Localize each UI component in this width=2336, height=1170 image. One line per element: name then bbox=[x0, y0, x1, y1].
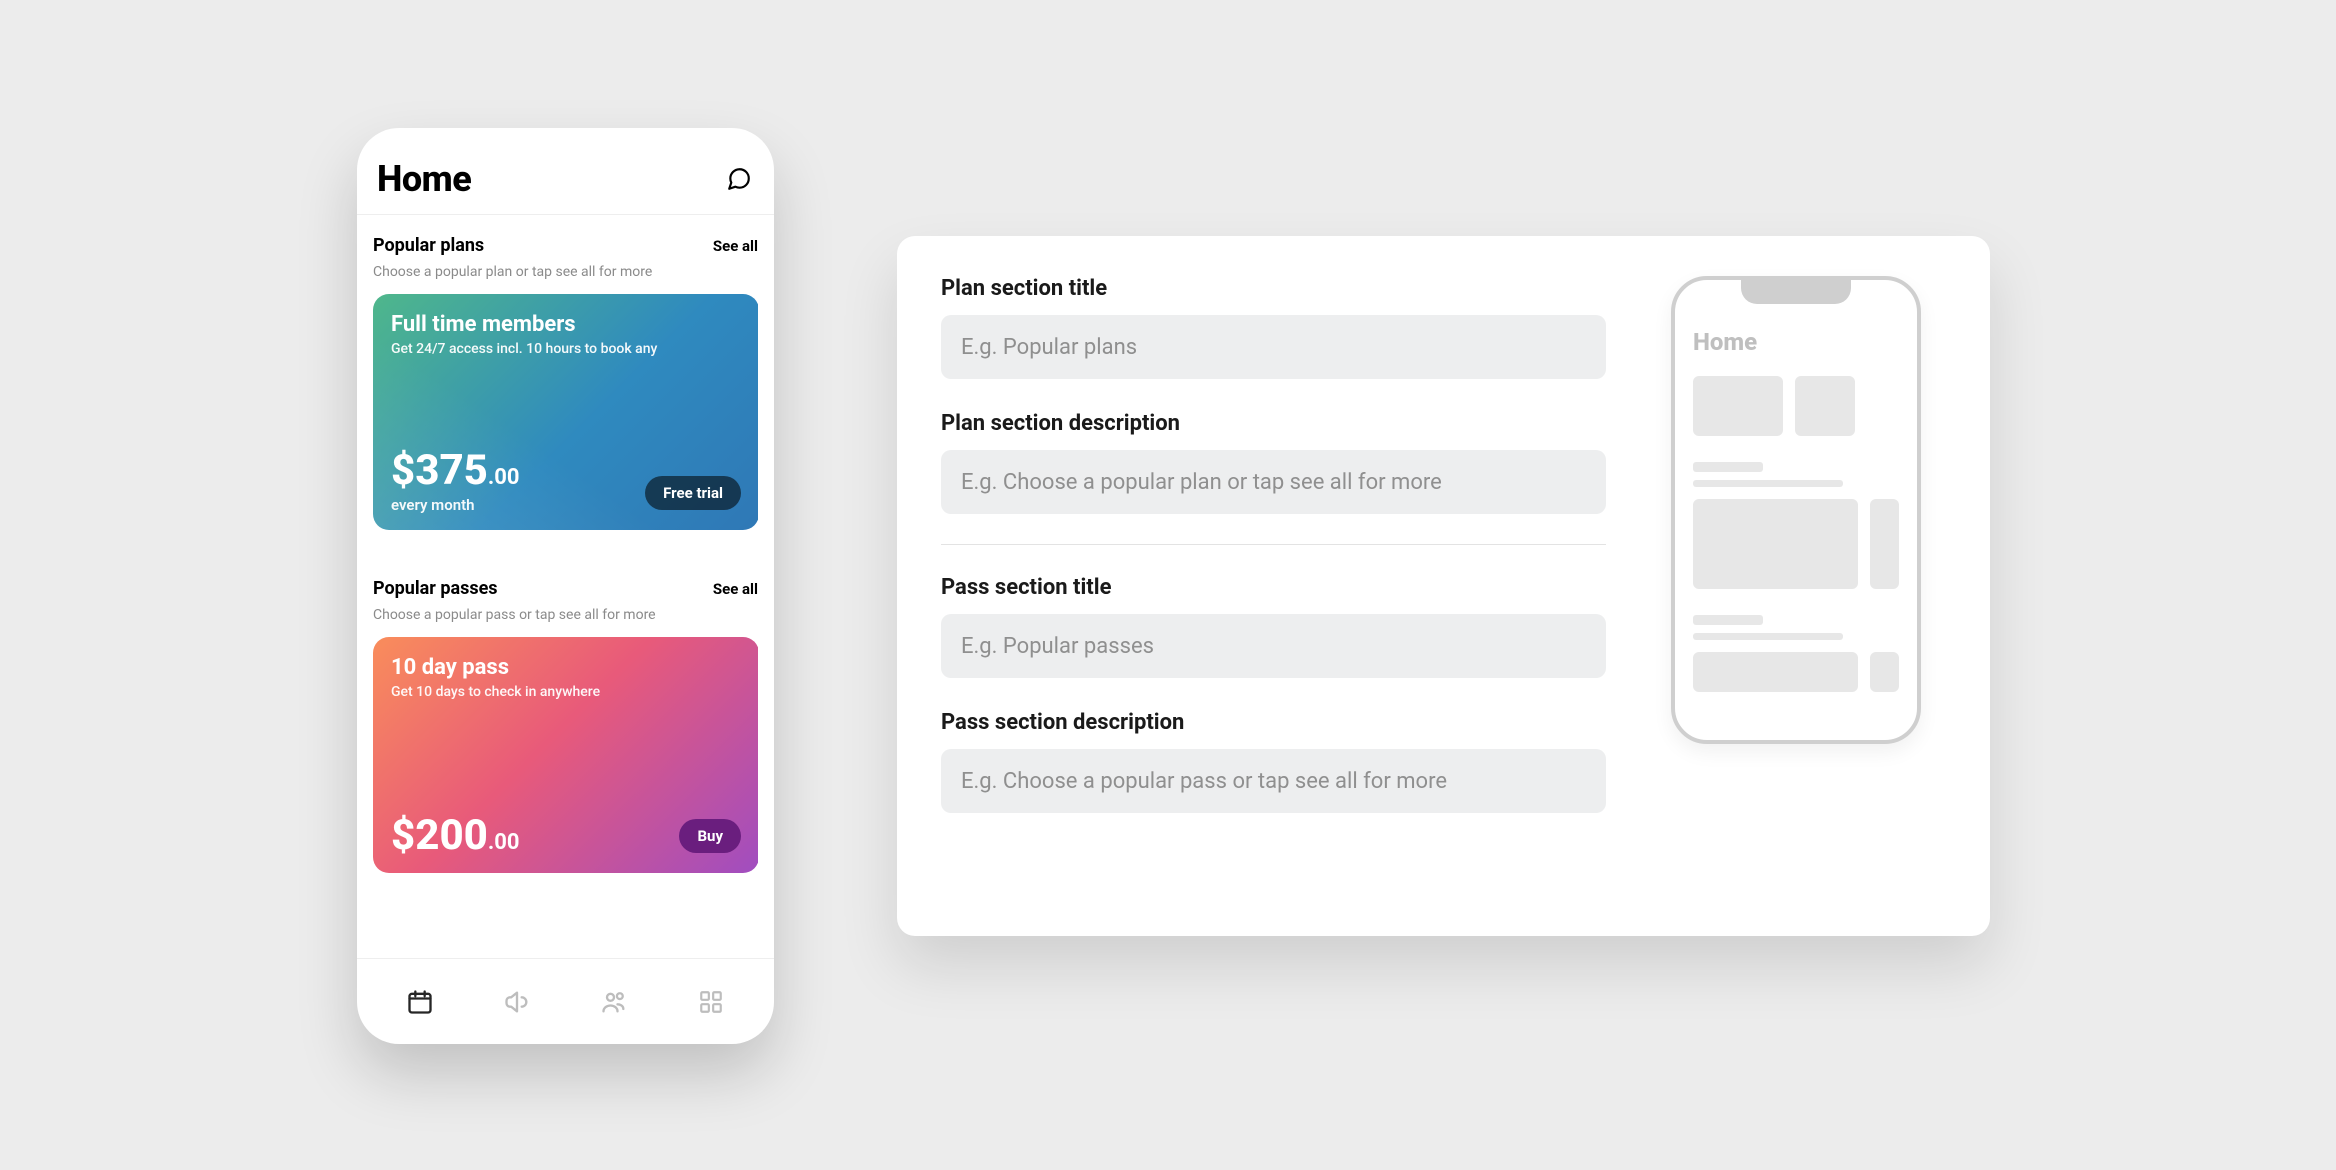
plan-title-label: Plan section title bbox=[941, 276, 1606, 301]
pass-desc-label: Pass section description bbox=[941, 710, 1606, 735]
plan-card-sub: Get 24/7 access incl. 10 hours to book a… bbox=[391, 341, 741, 357]
pass-price: $200 bbox=[391, 815, 488, 857]
chat-button[interactable] bbox=[724, 164, 754, 194]
pass-price-cents: .00 bbox=[488, 830, 520, 855]
megaphone-icon bbox=[503, 988, 531, 1016]
chat-icon bbox=[726, 166, 752, 192]
plans-heading: Popular plans bbox=[373, 235, 484, 256]
pass-card[interactable]: 10 day pass Get 10 days to check in anyw… bbox=[373, 637, 758, 873]
skeleton-line bbox=[1693, 480, 1843, 487]
skeleton-box bbox=[1693, 499, 1858, 589]
phone-header: Home bbox=[357, 128, 774, 215]
plan-price: $375 bbox=[391, 450, 488, 492]
skeleton-line bbox=[1693, 615, 1763, 625]
plan-card[interactable]: Full time members Get 24/7 access incl. … bbox=[373, 294, 758, 530]
pass-title-label: Pass section title bbox=[941, 575, 1606, 600]
pass-card-name: 10 day pass bbox=[391, 655, 741, 680]
tab-calendar[interactable] bbox=[396, 978, 444, 1026]
plan-card-name: Full time members bbox=[391, 312, 741, 337]
form-column: Plan section title Plan section descript… bbox=[941, 276, 1606, 896]
pass-card-sub: Get 10 days to check in anywhere bbox=[391, 684, 741, 700]
tabbar bbox=[357, 958, 774, 1044]
passes-section: Popular passes See all Choose a popular … bbox=[373, 530, 758, 873]
calendar-icon bbox=[406, 988, 434, 1016]
preview-phone: Home bbox=[1671, 276, 1921, 744]
skeleton-box bbox=[1795, 376, 1855, 436]
pass-desc-input[interactable] bbox=[941, 749, 1606, 813]
tab-apps[interactable] bbox=[687, 978, 735, 1026]
plan-price-cents: .00 bbox=[488, 465, 520, 490]
phone-content: Popular plans See all Choose a popular p… bbox=[357, 215, 774, 958]
passes-description: Choose a popular pass or tap see all for… bbox=[373, 607, 758, 623]
page-title: Home bbox=[377, 158, 471, 200]
plans-section: Popular plans See all Choose a popular p… bbox=[373, 215, 758, 530]
skeleton-box bbox=[1870, 499, 1899, 589]
divider bbox=[941, 544, 1606, 545]
plans-description: Choose a popular plan or tap see all for… bbox=[373, 264, 758, 280]
skeleton-line bbox=[1693, 462, 1763, 472]
plans-see-all-link[interactable]: See all bbox=[713, 237, 758, 255]
settings-panel: Plan section title Plan section descript… bbox=[897, 236, 1990, 936]
phone-mock: Home Popular plans See all Choose a popu… bbox=[357, 128, 774, 1044]
people-icon bbox=[600, 988, 628, 1016]
preview-column: Home bbox=[1646, 276, 1946, 896]
skeleton-box bbox=[1693, 376, 1783, 436]
free-trial-button[interactable]: Free trial bbox=[645, 476, 741, 510]
plan-title-input[interactable] bbox=[941, 315, 1606, 379]
preview-notch bbox=[1741, 280, 1851, 304]
passes-heading: Popular passes bbox=[373, 578, 498, 599]
passes-see-all-link[interactable]: See all bbox=[713, 580, 758, 598]
grid-icon bbox=[698, 989, 724, 1015]
skeleton-box bbox=[1693, 652, 1858, 692]
skeleton-line bbox=[1693, 633, 1843, 640]
buy-button[interactable]: Buy bbox=[679, 819, 741, 853]
plan-desc-label: Plan section description bbox=[941, 411, 1606, 436]
pass-title-input[interactable] bbox=[941, 614, 1606, 678]
plan-desc-input[interactable] bbox=[941, 450, 1606, 514]
preview-title: Home bbox=[1693, 328, 1899, 356]
plan-price-period: every month bbox=[391, 496, 520, 514]
skeleton-box bbox=[1870, 652, 1899, 692]
tab-announcements[interactable] bbox=[493, 978, 541, 1026]
tab-members[interactable] bbox=[590, 978, 638, 1026]
